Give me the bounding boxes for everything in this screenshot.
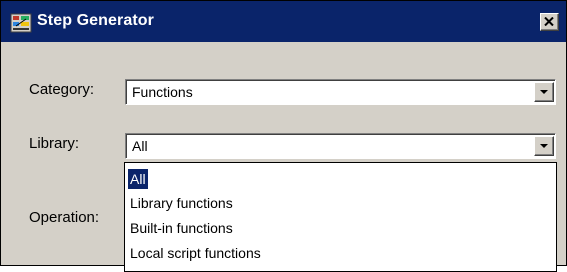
category-label: Category: [29, 81, 95, 98]
library-value: All [132, 138, 148, 154]
close-button[interactable] [540, 13, 559, 31]
category-select[interactable]: Functions [125, 79, 556, 105]
step-generator-dialog: Step Generator Category: Functions Libra… [0, 0, 567, 272]
close-icon [544, 17, 554, 26]
library-option-all[interactable]: All [128, 169, 148, 189]
library-option-built-in-functions[interactable]: Built-in functions [128, 218, 235, 238]
library-label: Library: [29, 135, 80, 152]
title-bar[interactable]: Step Generator [1, 1, 566, 42]
library-dropdown-list[interactable]: All Library functions Built-in functions… [124, 162, 557, 272]
library-select[interactable]: All [125, 133, 556, 159]
library-option-local-script-functions[interactable]: Local script functions [128, 243, 263, 263]
library-option-library-functions[interactable]: Library functions [128, 193, 235, 213]
window-title: Step Generator [37, 12, 154, 29]
step-generator-app-icon [10, 13, 32, 33]
category-dropdown-arrow-icon[interactable] [534, 82, 554, 102]
library-dropdown-arrow-icon[interactable] [534, 136, 554, 156]
category-value: Functions [132, 84, 193, 100]
operation-label: Operation: [29, 209, 100, 226]
